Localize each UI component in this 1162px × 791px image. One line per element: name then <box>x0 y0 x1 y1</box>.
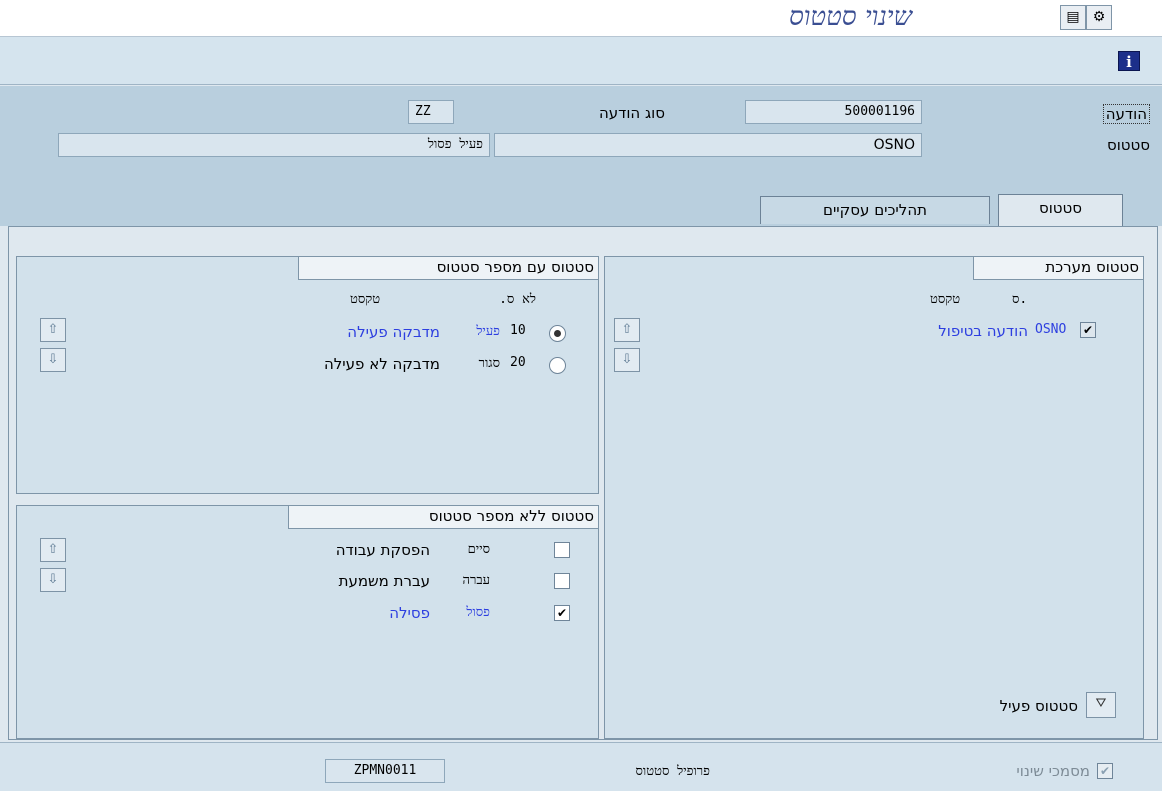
filter-icon[interactable]: ⛛ <box>1086 692 1116 718</box>
numbered-code: סגור <box>478 356 500 371</box>
scroll-down-icon[interactable]: ⇩ <box>40 348 66 372</box>
window-title: שינוי סטטוס <box>788 2 912 32</box>
tab-status[interactable]: סטטוס <box>998 194 1123 226</box>
scroll-up-icon[interactable]: ⇧ <box>614 318 640 342</box>
notification-label: הודעה <box>1102 104 1150 124</box>
info-icon[interactable]: i <box>1118 51 1140 71</box>
numbered-col-no: לא ס. <box>499 292 536 307</box>
system-status-text: הודעה בטיפול <box>938 322 1028 340</box>
numbered-status-title: סטטוס עם מספר סטטוס <box>298 257 598 280</box>
system-status-code: OSNO <box>1035 322 1067 337</box>
status-label: סטטוס <box>1106 136 1150 154</box>
scroll-up-icon[interactable]: ⇧ <box>40 318 66 342</box>
unnumbered-text: פסילה <box>389 604 430 622</box>
change-docs-label: מסמכי שינוי <box>1016 762 1090 780</box>
change-docs-checkbox[interactable]: ✔ <box>1097 763 1113 779</box>
unnumbered-code: פסול <box>466 605 490 620</box>
status-10-radio[interactable] <box>549 325 566 342</box>
unnumbered-status-title: סטטוס ללא מספר סטטוס <box>288 506 598 529</box>
numbered-text: מדבקה פעילה <box>347 323 440 341</box>
unnumbered-code: סיים <box>467 542 490 557</box>
status-checkbox[interactable] <box>554 542 570 558</box>
numbered-code: פעיל <box>476 324 500 339</box>
system-menu-icon[interactable]: ⚙ <box>1086 5 1112 30</box>
status-field[interactable]: OSNO <box>494 133 922 157</box>
numbered-col-text: טקסט <box>350 292 381 307</box>
scroll-up-icon[interactable]: ⇧ <box>40 538 66 562</box>
type-label: סוג הודעה <box>598 104 665 122</box>
unnumbered-text: עברת משמעת <box>338 572 430 590</box>
customize-layout-icon[interactable]: ▤ <box>1060 5 1086 30</box>
system-status-col-text: טקסט <box>930 292 961 307</box>
numbered-num: 20 <box>510 355 526 370</box>
osno-checkbox[interactable]: ✔ <box>1080 322 1096 338</box>
tab-business-processes[interactable]: תהליכים עסקיים <box>760 196 990 224</box>
profile-label: פרופיל סטטוס <box>635 764 710 779</box>
notification-field[interactable]: 500001196 <box>745 100 922 124</box>
unnumbered-text: הפסקת עבודה <box>335 541 430 559</box>
status-text-field[interactable]: פעיל פסול <box>58 133 490 157</box>
system-status-title: סטטוס מערכת <box>973 257 1143 280</box>
status-20-radio[interactable] <box>549 357 566 374</box>
system-status-col-s: ס. <box>1012 292 1028 307</box>
numbered-text: מדבקה לא פעילה <box>323 355 440 373</box>
status-checkbox-checked[interactable]: ✔ <box>554 605 570 621</box>
scroll-down-icon[interactable]: ⇩ <box>614 348 640 372</box>
type-field[interactable]: ZZ <box>408 100 454 124</box>
active-status-label[interactable]: סטטוס פעיל <box>900 697 1078 715</box>
scroll-down-icon[interactable]: ⇩ <box>40 568 66 592</box>
title-bar: שינוי סטטוס ▤ ⚙ <box>0 0 1162 37</box>
status-checkbox[interactable] <box>554 573 570 589</box>
unnumbered-code: עברה <box>462 573 491 588</box>
application-toolbar: i <box>0 37 1162 85</box>
numbered-num: 10 <box>510 323 526 338</box>
profile-field[interactable]: ZPMN0011 <box>325 759 445 783</box>
